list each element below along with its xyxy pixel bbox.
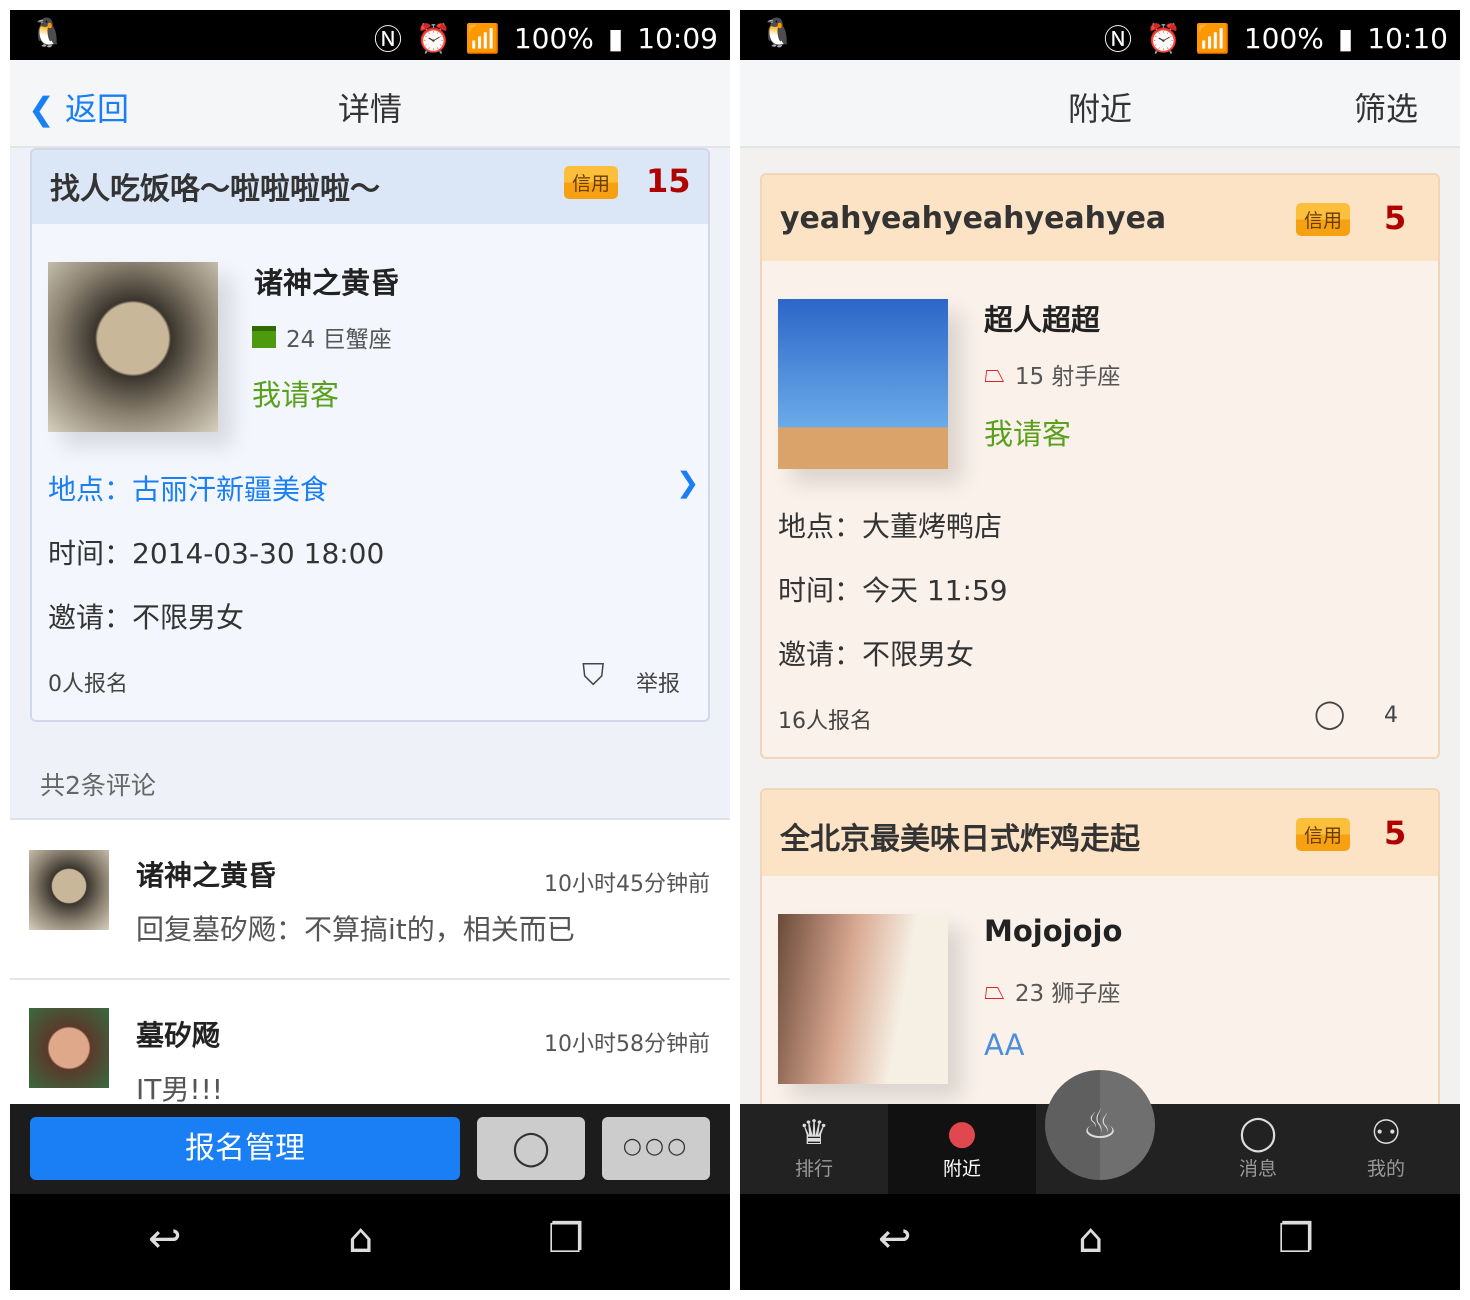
comment-list: 诸神之黄昏 10小时45分钟前 回复墓矽飏：不算搞it的，相关而已 墓矽飏 10… [10,818,730,1108]
gender-female-icon: ⏢ [984,975,1005,1006]
wifi-icon: 📶 [464,21,500,55]
alarm-icon: ⏰ [1146,21,1181,55]
more-icon: ○○○ [622,1134,690,1159]
host-name: Mojojojo [984,914,1123,948]
signup-manage-button[interactable]: 报名管理 [30,1117,460,1180]
home-nav-icon[interactable]: ⌂ [1078,1216,1103,1262]
payment-type: AA [984,1028,1025,1062]
payment-type: 我请客 [984,417,1072,451]
left-phone: 🐧 Ⓝ ⏰ 📶 100% ▮ 10:09 ❮ 返回 详情 找人吃饭咯～啦啦啦啦～ 信用 1… [10,10,730,1290]
event-invite: 邀请：不限男女 [778,638,975,671]
nfc-icon: Ⓝ [374,23,403,56]
event-time: 时间：今天 11:59 [778,574,1008,607]
credit-score: 15 [646,162,691,200]
credit-score: 5 [1384,199,1407,237]
nfc-icon: Ⓝ [1104,23,1133,56]
chat-icon: ◯ [1238,1113,1278,1153]
comment-count: 4 [1384,703,1398,728]
host-age-zodiac: 23 狮子座 [1014,981,1121,1007]
host-avatar[interactable] [48,262,218,432]
tab-label: 附近 [942,1158,981,1180]
right-phone: 🐧 Ⓝ ⏰ 📶 100% ▮ 10:10 附近 筛选 yeahyeahyeahyeahye… [740,10,1460,1290]
clock: 10:09 [637,21,718,55]
action-bar: 报名管理 ◯ ○○○ [10,1104,730,1194]
page-title: 附近 [1067,90,1132,128]
header: 附近 筛选 [740,60,1460,148]
tab-label: 我的 [1366,1158,1405,1180]
comment-text: 回复墓矽飏：不算搞it的，相关而已 [136,913,575,946]
event-location[interactable]: 地点：古丽汗新疆美食 [48,468,328,508]
more-button[interactable]: ○○○ [602,1117,710,1180]
commenter-name: 诸神之黄昏 [136,859,277,892]
shield-icon[interactable]: ⛉ [582,658,605,693]
credit-badge: 信用 [1296,203,1351,236]
qq-icon: 🐧 [30,16,65,49]
host-age-zodiac: 24 巨蟹座 [286,327,392,353]
recents-nav-icon[interactable]: ❐ [1278,1216,1314,1262]
battery-level: 100% [513,21,594,55]
system-nav-bar: ↩ ⌂ ❐ [10,1194,730,1290]
event-time: 时间：2014-03-30 18:00 [48,537,385,570]
qq-icon: 🐧 [760,16,795,49]
tab-nearby[interactable]: ● 附近 [888,1104,1036,1194]
status-bar: 🐧 Ⓝ ⏰ 📶 100% ▮ 10:09 [10,10,730,60]
filter-button[interactable]: 筛选 [1354,84,1418,130]
comment-item[interactable]: 诸神之黄昏 10小时45分钟前 回复墓矽飏：不算搞it的，相关而已 [10,820,730,980]
system-nav-bar: ↩ ⌂ ❐ [740,1194,1460,1290]
host-avatar[interactable] [778,299,948,469]
gender-female-icon: ⏢ [984,358,1005,389]
location-pin-icon: ● [947,1113,977,1153]
comments-count: 共2条评论 [40,771,156,800]
home-nav-icon[interactable]: ⌂ [348,1216,373,1262]
tab-ranking[interactable]: ♛ 排行 [740,1104,888,1194]
commenter-avatar[interactable] [29,1008,109,1088]
commenter-name: 墓矽飏 [136,1019,221,1052]
credit-badge: 信用 [564,166,619,199]
battery-icon: ▮ [1337,21,1354,55]
host-name: 诸神之黄昏 [254,266,400,300]
event-card[interactable]: yeahyeahyeahyeahyea 信用 5 超人超超 ⏢ 15 射手座 我请… [760,173,1440,759]
event-location: 地点：大董烤鸭店 [778,510,1003,543]
wifi-icon: 📶 [1194,21,1230,55]
tab-me[interactable]: ⚇ 我的 [1312,1104,1460,1194]
event-card[interactable]: 找人吃饭咯～啦啦啦啦～ 信用 15 诸神之黄昏 24 巨蟹座 我请客 地点：古丽… [30,148,710,722]
recents-nav-icon[interactable]: ❐ [548,1216,584,1262]
host-name: 超人超超 [984,303,1101,337]
header: ❮ 返回 详情 [10,60,730,148]
crown-icon: ♛ [798,1113,830,1153]
alarm-icon: ⏰ [416,21,451,55]
tab-label: 排行 [794,1158,833,1180]
chat-icon[interactable]: ◯ [1314,697,1345,730]
back-nav-icon[interactable]: ↩ [148,1216,182,1262]
payment-type: 我请客 [252,378,340,412]
bowl-icon: ♨ [1082,1102,1118,1148]
host-age-zodiac: 15 射手座 [1014,364,1121,390]
credit-badge: 信用 [1296,818,1351,851]
battery-level: 100% [1243,21,1324,55]
tab-messages[interactable]: ◯ 消息 [1184,1104,1332,1194]
comment-time: 10小时45分钟前 [544,872,710,897]
comment-time: 10小时58分钟前 [544,1032,710,1057]
create-event-button[interactable]: ♨ [1045,1070,1155,1180]
user-icon: ⚇ [1370,1113,1402,1153]
comment-item[interactable]: 墓矽飏 10小时58分钟前 IT男!!! [10,980,730,1110]
report-button[interactable]: 举报 [636,666,680,698]
clock: 10:10 [1367,21,1448,55]
event-invite: 邀请：不限男女 [48,601,245,634]
signup-count: 16人报名 [778,709,872,734]
page-title: 详情 [337,90,402,128]
back-nav-icon[interactable]: ↩ [878,1216,912,1262]
signup-count: 0人报名 [48,672,128,697]
battery-icon: ▮ [607,21,624,55]
gender-male-icon [252,326,276,348]
chevron-right-icon[interactable]: ❯ [676,466,699,499]
status-bar: 🐧 Ⓝ ⏰ 📶 100% ▮ 10:10 [740,10,1460,60]
commenter-avatar[interactable] [29,850,109,930]
host-avatar[interactable] [778,914,948,1084]
comment-button[interactable]: ◯ [477,1117,585,1180]
credit-score: 5 [1384,814,1407,852]
comment-text: IT男!!! [136,1073,224,1106]
chat-icon: ◯ [511,1128,551,1168]
tab-label: 消息 [1238,1158,1277,1180]
